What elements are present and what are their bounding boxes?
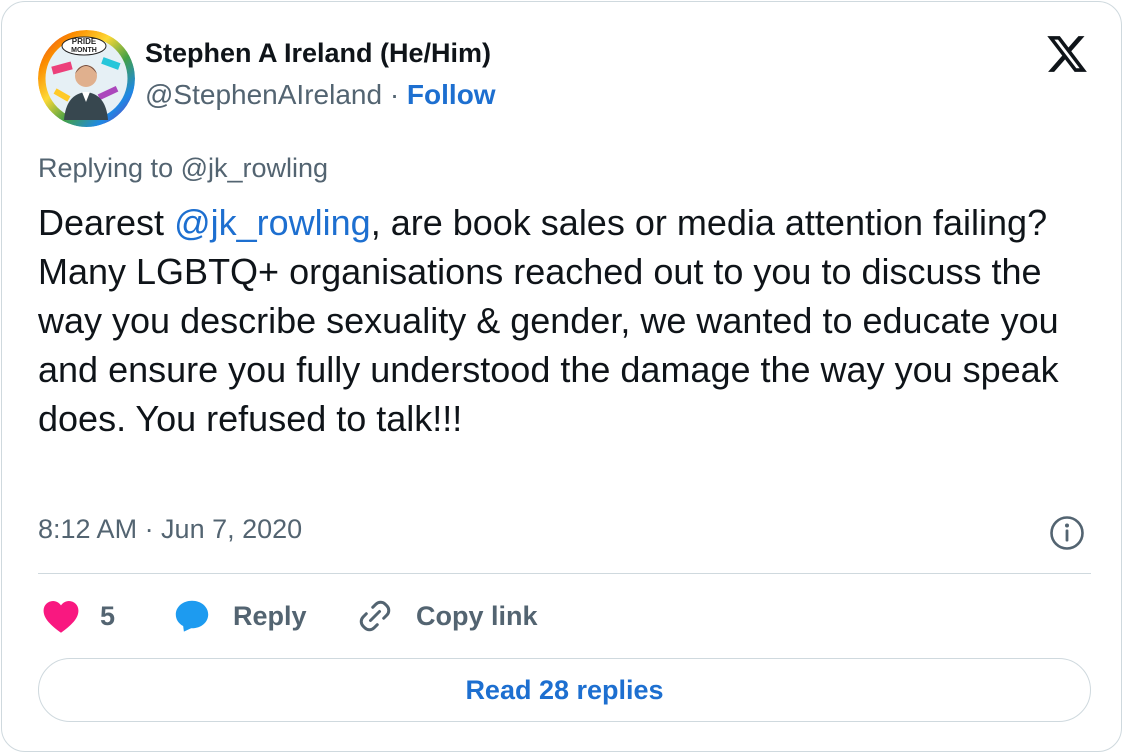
- reply-bubble-icon: [175, 600, 209, 632]
- copy-link-label: Copy link: [416, 600, 538, 631]
- mention-link[interactable]: @jk_rowling: [174, 202, 371, 243]
- avatar-badge-line1: PRIDE: [72, 37, 97, 46]
- reply-button[interactable]: Reply: [173, 594, 307, 638]
- x-logo-icon[interactable]: [1045, 32, 1089, 76]
- like-button[interactable]: 5: [42, 594, 115, 638]
- handle-separator: ·: [389, 79, 400, 110]
- author-handle-line: @StephenAIreland · Follow: [145, 79, 496, 111]
- heart-icon: [43, 600, 79, 633]
- read-replies-button[interactable]: Read 28 replies: [38, 658, 1091, 722]
- author-handle[interactable]: @StephenAIreland: [145, 79, 382, 110]
- tweet-timestamp[interactable]: 8:12 AM · Jun 7, 2020: [38, 514, 302, 545]
- tweet-text-before: Dearest: [38, 202, 175, 243]
- reply-label: Reply: [233, 600, 307, 631]
- tweet-body: Dearest @jk_rowling, are book sales or m…: [38, 198, 1088, 443]
- like-count: 5: [100, 600, 116, 631]
- author-avatar[interactable]: PRIDE MONTH: [38, 30, 135, 127]
- avatar-badge-line2: MONTH: [71, 47, 97, 54]
- follow-button[interactable]: Follow: [407, 79, 496, 110]
- link-icon: [359, 600, 391, 632]
- replying-to-text: Replying to @jk_rowling: [38, 153, 329, 183]
- copy-link-button[interactable]: Copy link: [357, 594, 538, 638]
- info-icon[interactable]: [1048, 514, 1086, 552]
- actions-divider: [38, 573, 1091, 574]
- avatar-image: PRIDE MONTH: [38, 30, 135, 127]
- author-display-name[interactable]: Stephen A Ireland (He/Him): [145, 38, 491, 69]
- tweet-card: PRIDE MONTH Stephen A Ireland (He/Him) @…: [1, 1, 1122, 752]
